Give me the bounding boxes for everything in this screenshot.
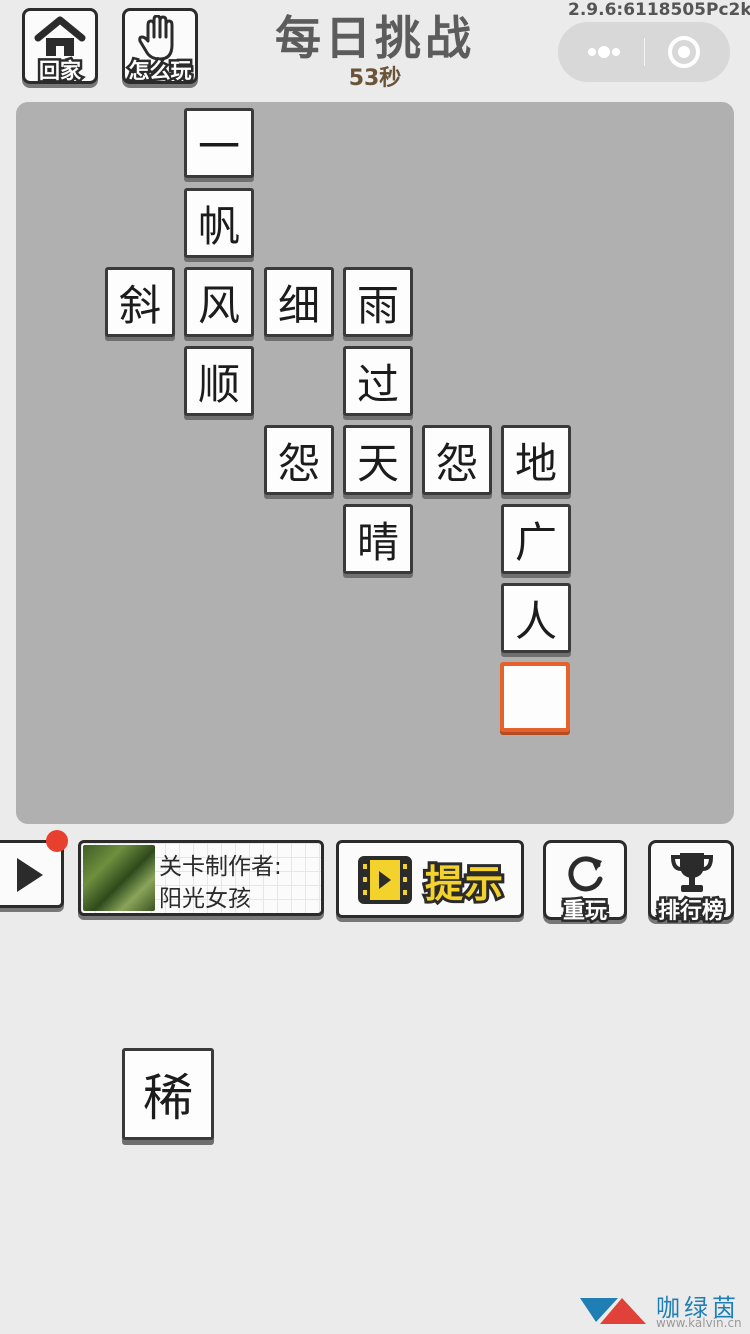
how-to-play-button[interactable]: 怎么玩 [122, 8, 198, 86]
home-label: 回家 [37, 57, 84, 86]
puzzle-board: 一 帆 斜 风 细 雨 顺 过 怨 天 怨 地 晴 广 人 [16, 102, 734, 824]
restart-button[interactable]: 重玩 [543, 840, 627, 927]
watermark-logo-icon [578, 1290, 648, 1334]
hint-button[interactable]: 提示 [336, 840, 524, 918]
hint-label: 提示 [422, 859, 506, 909]
grid-tile: 怨 [264, 425, 334, 495]
version-text: 2.9.6:6118505Pc2k [568, 0, 750, 20]
video-icon [357, 855, 413, 909]
trophy-icon [669, 849, 715, 899]
restart-icon [564, 851, 608, 899]
grid-tile: 怨 [422, 425, 492, 495]
grid-tile: 风 [184, 267, 254, 337]
grid-tile: 斜 [105, 267, 175, 337]
grid-tile: 地 [501, 425, 571, 495]
mini-program-capsule [558, 22, 730, 82]
restart-label: 重玩 [560, 897, 609, 927]
capsule-divider [644, 38, 645, 66]
home-button[interactable]: 回家 [22, 8, 98, 86]
grid-tile: 过 [343, 346, 413, 416]
grid-tile: 细 [264, 267, 334, 337]
grid-tile: 广 [501, 504, 571, 574]
candidate-tile[interactable]: 稀 [122, 1048, 214, 1140]
notification-dot [46, 830, 68, 852]
grid-tile: 顺 [184, 346, 254, 416]
author-caption: 关卡制作者: [159, 854, 282, 880]
author-thumbnail [83, 845, 155, 911]
timer: 53秒 [348, 66, 402, 91]
level-author-card[interactable]: 关卡制作者: 阳光女孩 [78, 840, 324, 916]
grid-tile: 人 [501, 583, 571, 653]
how-to-play-label: 怎么玩 [126, 57, 194, 86]
grid-tile: 帆 [184, 188, 254, 258]
close-icon[interactable] [666, 34, 702, 70]
author-name: 阳光女孩 [159, 886, 251, 912]
grid-tile: 晴 [343, 504, 413, 574]
grid-tile: 一 [184, 108, 254, 178]
leaderboard-label: 排行榜 [655, 897, 726, 927]
more-icon[interactable] [582, 42, 632, 62]
leaderboard-button[interactable]: 排行榜 [648, 840, 734, 927]
active-blank-tile[interactable] [500, 662, 570, 732]
page-title: 每日挑战 [275, 11, 475, 65]
grid-tile: 雨 [343, 267, 413, 337]
play-icon [13, 855, 47, 899]
grid-tile: 天 [343, 425, 413, 495]
watermark-url: www.kalvin.cn [656, 1316, 742, 1330]
